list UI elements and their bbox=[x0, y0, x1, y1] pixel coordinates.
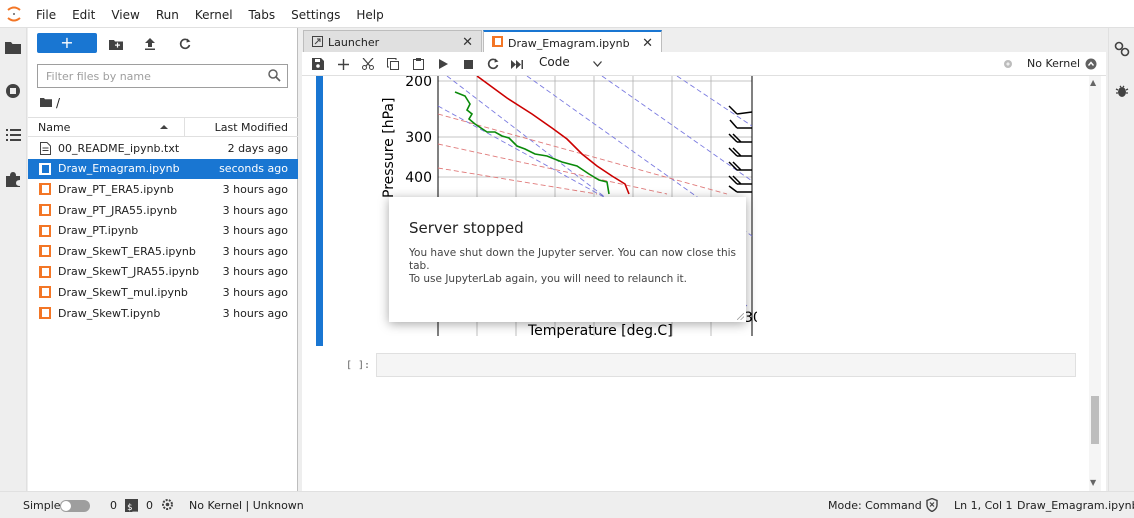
dialog-title: Server stopped bbox=[409, 219, 524, 237]
resize-handle-icon[interactable] bbox=[737, 313, 744, 320]
dialog-message-line: To use JupyterLab again, you will need t… bbox=[409, 273, 688, 285]
dialog-body: You have shut down the Jupyter server. Y… bbox=[409, 247, 739, 286]
dialog-backdrop: Server stopped You have shut down the Ju… bbox=[0, 0, 1134, 518]
dialog-message-line: You have shut down the Jupyter server. Y… bbox=[409, 247, 737, 272]
server-stopped-dialog: Server stopped You have shut down the Ju… bbox=[389, 197, 746, 322]
